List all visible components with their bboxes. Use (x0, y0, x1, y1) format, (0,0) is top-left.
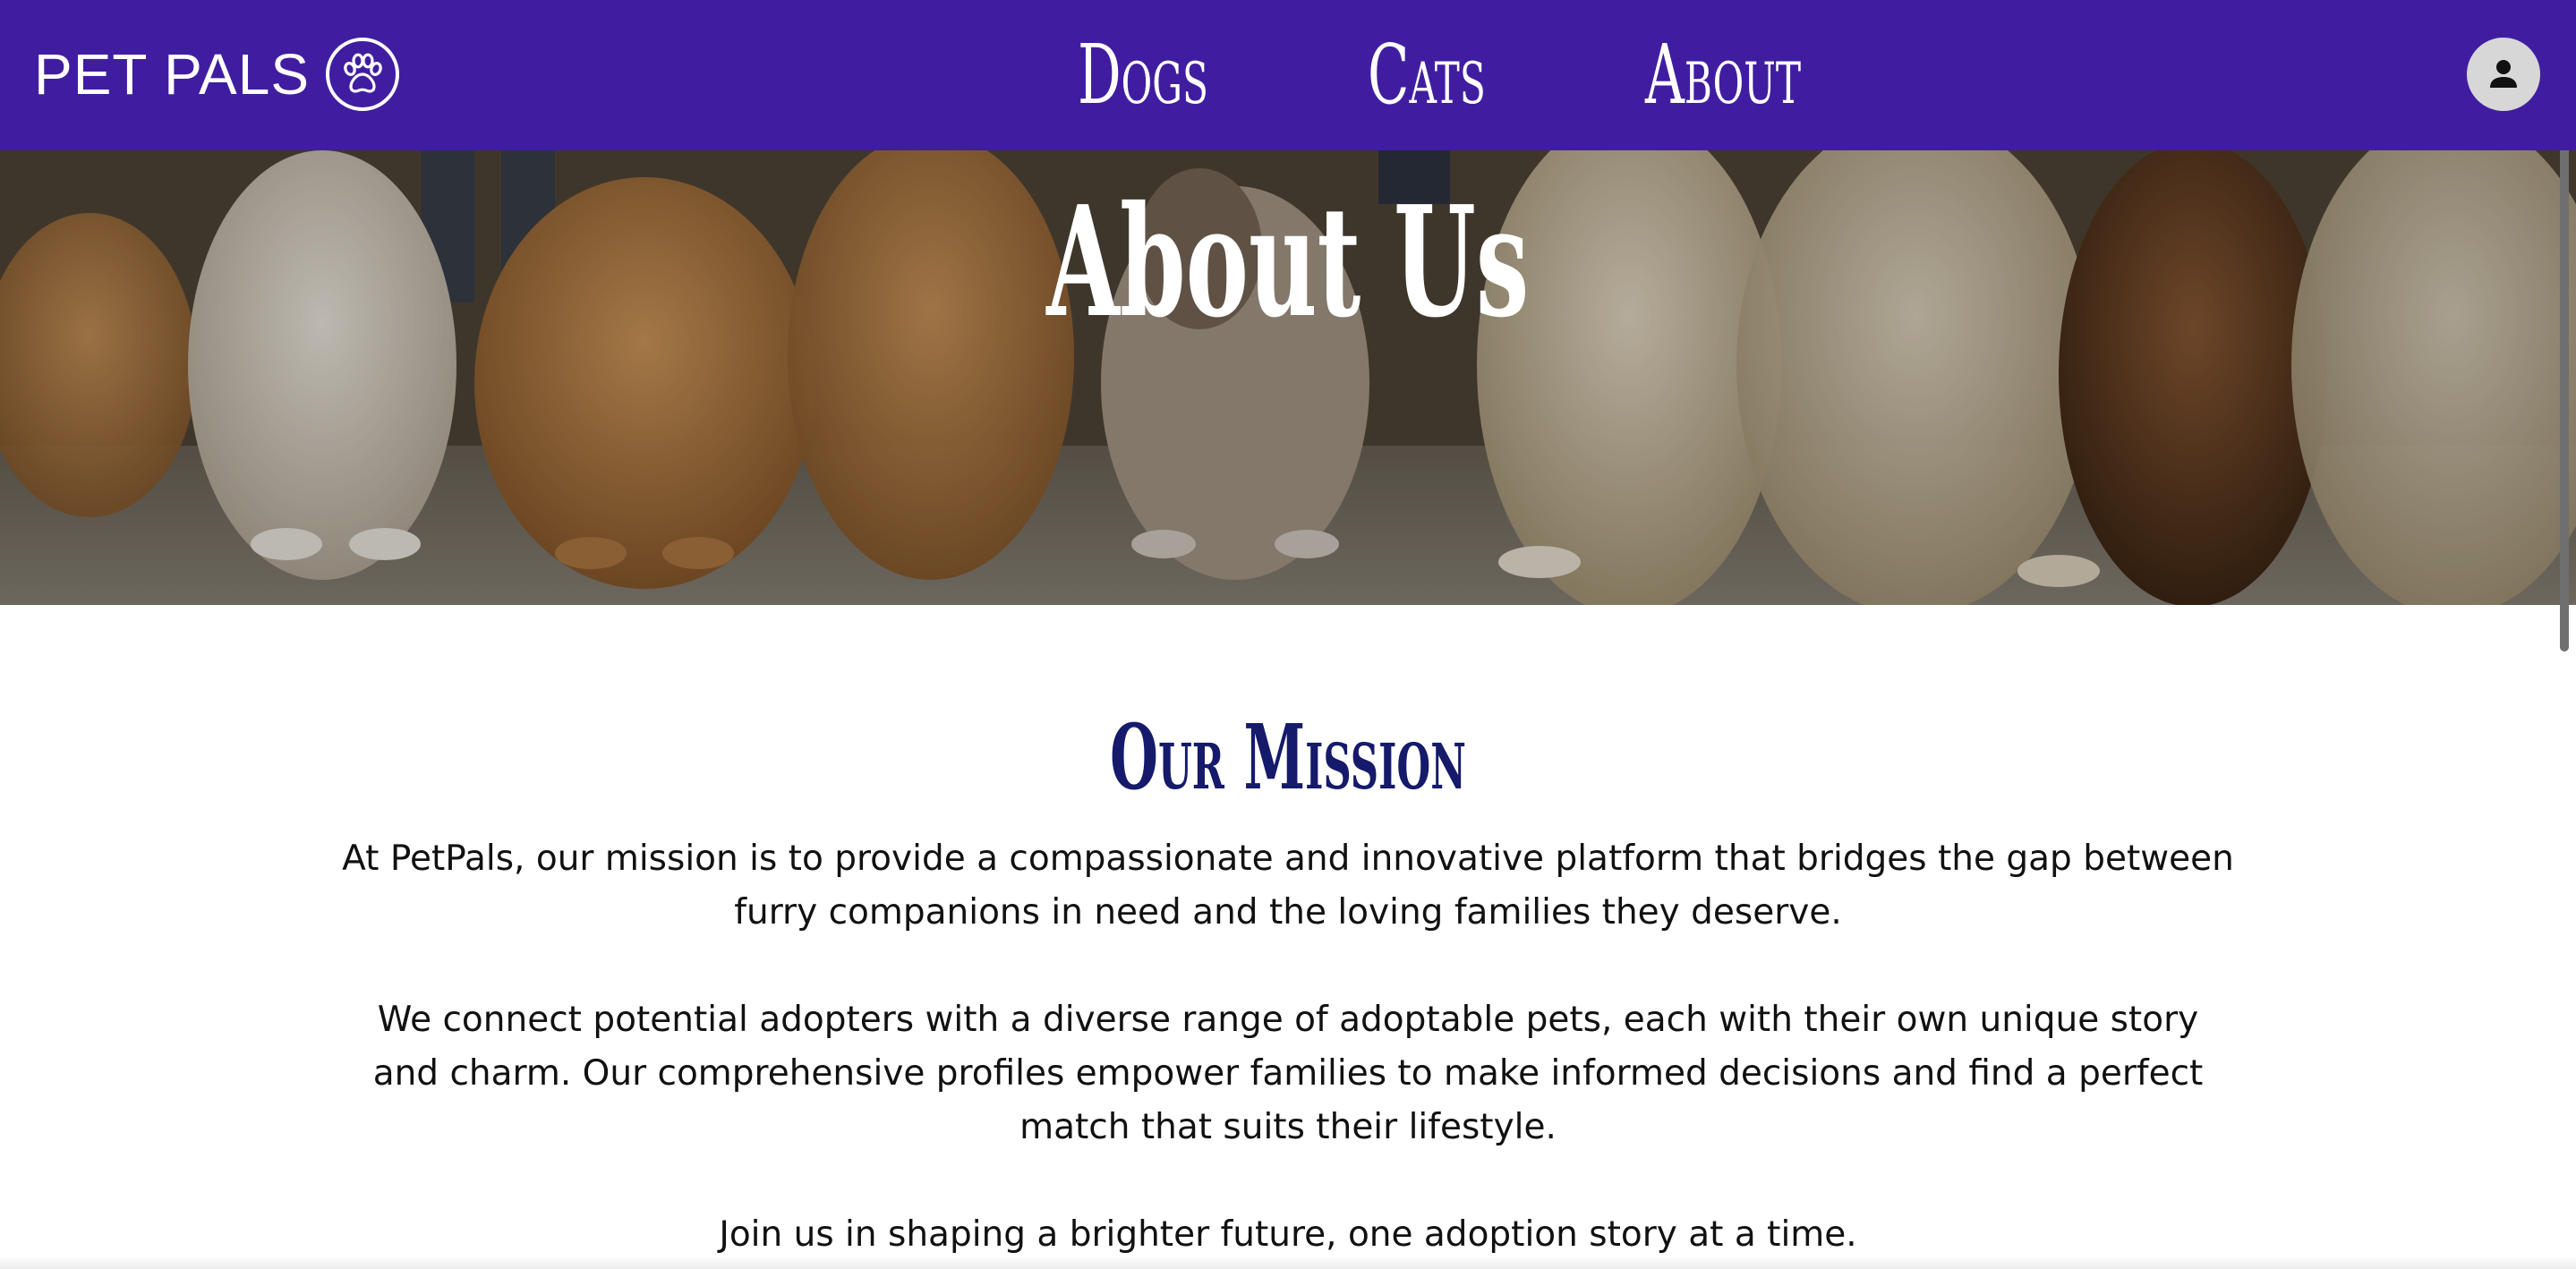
hero-title: About Us (1046, 173, 1530, 352)
nav-link-about[interactable]: About (1645, 34, 1801, 116)
nav-link-cats[interactable]: Cats (1368, 34, 1486, 116)
brand-logo-link[interactable]: PET PALS (34, 36, 399, 113)
nav-link-dogs[interactable]: Dogs (1078, 34, 1208, 116)
bottom-edge-shadow (0, 1256, 2576, 1269)
brand-name: PET PALS (34, 42, 310, 106)
mission-paragraph-3: Join us in shaping a brighter future, on… (719, 1214, 1857, 1255)
mission-paragraph-1: At PetPals, our mission is to provide a … (342, 839, 2234, 933)
hero-banner: About Us (0, 150, 2576, 605)
paw-icon (326, 38, 399, 111)
user-icon (2490, 60, 2517, 88)
page: PET PALS Dogs Cats About About Us Our Mi… (0, 0, 2576, 1269)
mission-paragraph-2: We connect potential adopters with a div… (372, 1000, 2204, 1147)
about-content: Our Mission At PetPals, our mission is t… (0, 605, 2576, 1269)
top-navigation-bar: PET PALS Dogs Cats About (0, 0, 2576, 150)
scrollbar-thumb[interactable] (2560, 79, 2569, 652)
user-account-button[interactable] (2467, 38, 2540, 111)
mission-heading: Our Mission (1110, 704, 1466, 810)
